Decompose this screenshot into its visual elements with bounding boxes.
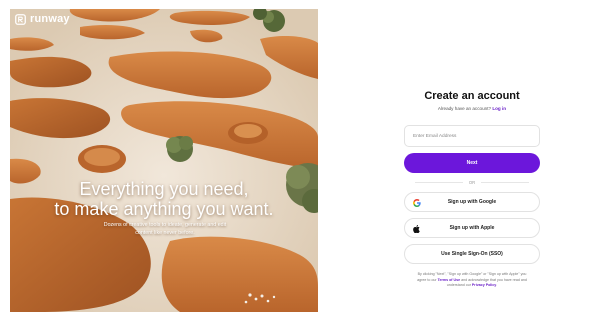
hero-headline-line-1: Everything you need, — [79, 179, 249, 199]
hero-subtext-line-1: Dozens of creative tools to ideate, gene… — [103, 222, 227, 228]
signup-panel: Create an account Already have an accoun… — [318, 9, 604, 312]
brand-logo[interactable]: runway — [15, 13, 70, 25]
hero-headline: Everything you need, to make anything yo… — [10, 179, 318, 219]
divider-line-left — [414, 182, 463, 183]
hero-subtext-line-2: content like never before. — [135, 229, 195, 236]
email-placeholder: Enter Email Address — [413, 133, 457, 139]
terms-prefix: agree to our — [417, 277, 437, 282]
already-account-text: Already have an account? — [437, 106, 492, 111]
terms-of-use-link[interactable]: Terms of Use — [438, 278, 461, 282]
or-divider: OR — [404, 180, 540, 185]
runway-logo-icon — [15, 13, 26, 25]
page-title: Create an account — [424, 90, 520, 102]
next-button[interactable]: Next — [404, 153, 540, 173]
divider-line-right — [481, 182, 530, 183]
apple-signup-label: Sign up with Apple — [449, 225, 495, 231]
terms-line-3: understand our Privacy Policy. — [404, 283, 540, 289]
google-signup-button[interactable]: Sign up with Google — [404, 192, 540, 212]
login-link[interactable]: Log in — [492, 106, 506, 111]
apple-icon — [412, 224, 421, 233]
or-label: OR — [468, 180, 476, 185]
terms-line-3-prefix: understand our — [446, 283, 471, 288]
terms-line-3-suffix: . — [496, 283, 498, 288]
sso-button[interactable]: Use Single Sign-On (SSO) — [404, 244, 540, 264]
terms-middle: and acknowledge that you have read and — [461, 277, 527, 282]
email-field[interactable]: Enter Email Address — [404, 125, 540, 147]
hero-subtext: Dozens of creative tools to ideate, gene… — [80, 222, 250, 237]
login-prompt: Already have an account? Log in — [404, 106, 540, 112]
brand-name: runway — [30, 13, 70, 25]
google-icon — [412, 198, 421, 207]
apple-signup-button[interactable]: Sign up with Apple — [404, 218, 540, 238]
privacy-policy-link[interactable]: Privacy Policy — [472, 283, 496, 287]
desert-dunes-image — [10, 9, 318, 312]
terms-notice: By clicking "Next", "Sign up with Google… — [404, 272, 540, 289]
signup-form: Create an account Already have an accoun… — [404, 90, 540, 289]
app-window: runway Everything you need, to make anyt… — [0, 0, 604, 312]
sso-label: Use Single Sign-On (SSO) — [441, 251, 503, 257]
hero-headline-line-2: to make anything you want. — [54, 199, 274, 219]
google-signup-label: Sign up with Google — [447, 199, 497, 205]
hero-panel: runway Everything you need, to make anyt… — [10, 9, 318, 312]
